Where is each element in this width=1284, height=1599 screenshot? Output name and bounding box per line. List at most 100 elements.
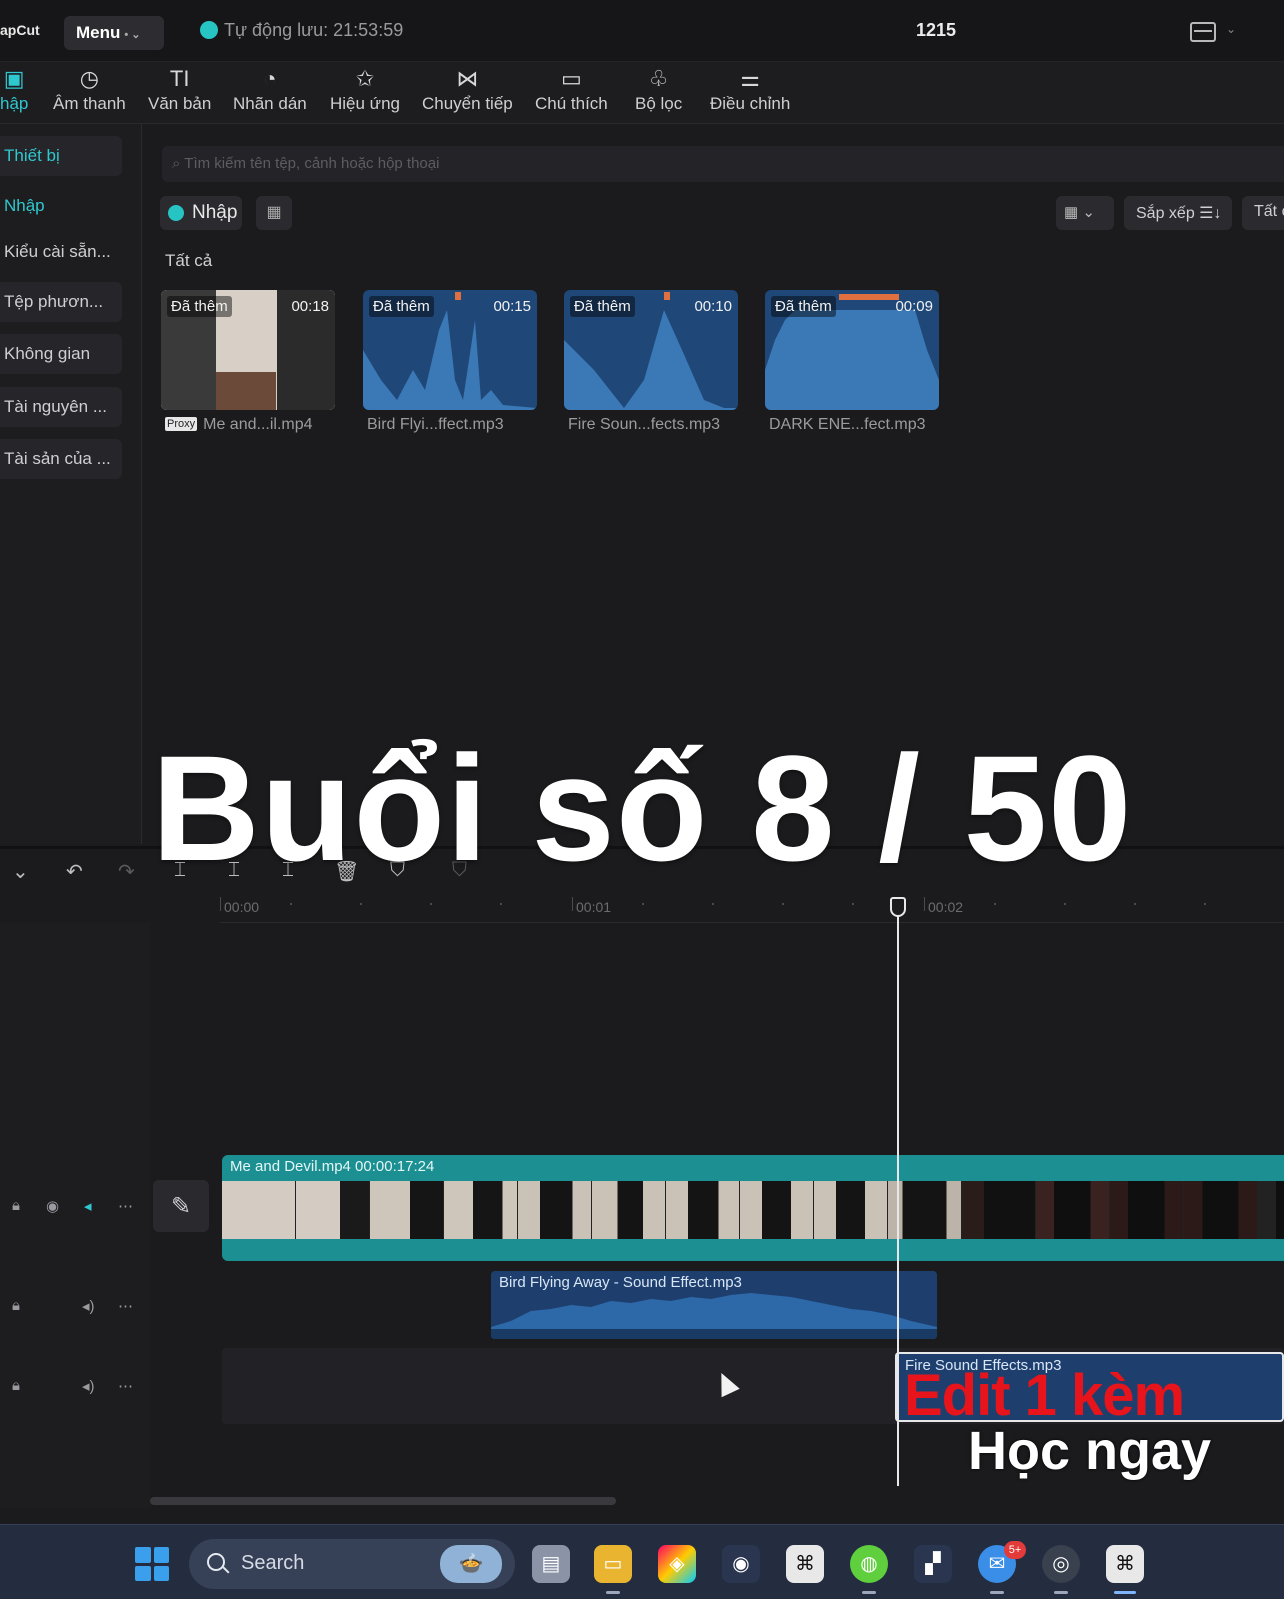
clip-frame [444,1181,518,1239]
ruler-dot [642,903,644,905]
more-icon[interactable]: ⋯ [118,1197,133,1215]
clip-frame [370,1181,444,1239]
ruler-dot [782,903,784,905]
capcut-app-icon[interactable]: ⌘ [786,1545,824,1583]
pencil-icon: ✎ [170,1193,192,1220]
ruler-tick [572,897,573,911]
grid-view-icon: ▦ ⌄ [1064,204,1095,221]
sidebar-item-resources[interactable]: Tài nguyên ... [0,387,122,427]
tab-import[interactable]: ▣ hập [0,64,28,114]
search-icon: ⌕ [172,155,185,172]
autosave-icon [200,21,218,39]
sidebar-item-space[interactable]: Không gian [0,334,122,374]
clip-frame [518,1181,592,1239]
sort-button[interactable]: Sắp xếp ☰↓ [1124,196,1232,230]
clip-frame [1184,1181,1258,1239]
ruler-dot [360,903,362,905]
tab-audio[interactable]: ◷ Âm thanh [53,64,126,114]
chevron-down-icon[interactable]: ⌄ [1226,22,1236,36]
ruler-tick [924,897,925,911]
layout-icon[interactable] [1190,22,1216,42]
eye-icon[interactable]: ◉ [46,1197,59,1215]
lock-icon[interactable]: 🔒︎ [12,1297,20,1314]
chat-app-icon[interactable]: ◉ [722,1545,760,1583]
media-card-audio[interactable]: Đã thêm 00:09 [765,290,939,410]
file-explorer-icon[interactable]: ▭ [594,1545,632,1583]
start-tile [135,1547,151,1563]
media-card-audio[interactable]: Đã thêm 00:10 [564,290,738,410]
media-name: Bird Flyi...ffect.mp3 [367,416,504,433]
clip-frame [1036,1181,1110,1239]
timeline-scrollbar[interactable] [150,1497,616,1505]
sidebar-item-my-assets[interactable]: Tài sản của ... [0,439,122,479]
ruler-dot [430,903,432,905]
ruler-dot [1064,903,1066,905]
added-badge: Đã thêm [570,296,635,317]
tab-text[interactable]: TI Văn bản [148,64,211,114]
capcut-active-icon[interactable]: ⌘ [1106,1545,1144,1583]
import-button[interactable]: Nhập [160,196,242,230]
grid-icon[interactable]: ▦ [256,196,292,230]
time-ruler[interactable]: 00:00 00:01 00:02 [220,895,1284,923]
autosave-text: Tự động lưu: 21:53:59 [224,20,404,40]
more-icon[interactable]: ⋯ [118,1297,133,1315]
sidebar-item-presets[interactable]: Kiểu cài sẵn... [0,232,122,272]
sidebar-item-device[interactable]: Thiết bị [0,136,122,176]
store-icon[interactable]: ▞ [914,1545,952,1583]
menu-button[interactable]: Menu • ⌄ [64,16,164,50]
start-tile [153,1547,169,1563]
sidebar-item-media-files[interactable]: Tệp phươn... [0,282,122,322]
ruler-dot [852,903,854,905]
ruler-label: 00:01 [576,899,612,915]
clip-frame [888,1181,962,1239]
chevron-down-icon: • ⌄ [124,29,141,41]
ruler-dot [500,903,502,905]
tab-effects[interactable]: ✩ Hiệu ứng [330,64,400,114]
overlay-title: Buổi số 8 / 50 [151,724,1133,892]
playhead-handle[interactable] [890,897,906,917]
search-input[interactable]: ⌕ Tìm kiếm tên tệp, cảnh hoặc hộp thoại [162,146,1284,182]
task-view-icon[interactable]: ▤ [532,1545,570,1583]
audio-waveform [491,1293,937,1339]
windows-start-icon[interactable] [135,1547,169,1581]
project-name[interactable]: 1215 [916,20,956,41]
obs-icon[interactable]: ◎ [1042,1545,1080,1583]
volume-icon[interactable]: ◂ [84,1197,92,1215]
tab-sticker[interactable]: ◔ Nhãn dán [233,64,307,114]
lock-icon[interactable]: 🔒︎ [12,1377,20,1394]
sidebar-item-import[interactable]: Nhập [0,186,122,226]
edit-cover-button[interactable]: ✎ [153,1180,209,1232]
media-card-audio[interactable]: Đã thêm 00:15 [363,290,537,410]
tab-adjust[interactable]: ⚌ Điều chỉnh [710,64,790,114]
tab-label: Điều chỉnh [710,94,791,113]
promo-text-white: Học ngay [968,1421,1212,1481]
lock-icon[interactable]: 🔒︎ [12,1197,20,1214]
added-badge: Đã thêm [369,296,434,317]
clip-frame [592,1181,666,1239]
start-tile [135,1565,151,1581]
tab-transition[interactable]: ⋈ Chuyển tiếp [422,64,513,114]
audio-icon: ◷ [79,66,99,91]
media-card-video[interactable]: Đã thêm 00:18 [161,290,335,410]
running-indicator [1054,1591,1068,1594]
volume-icon[interactable]: ◂) [82,1297,95,1315]
more-icon[interactable]: ⋯ [118,1377,133,1395]
view-mode-button[interactable]: ▦ ⌄ [1056,196,1114,230]
running-indicator [606,1591,620,1594]
tab-filter[interactable]: ♧ Bộ lọc [635,64,682,114]
tab-caption[interactable]: ▭ Chú thích [535,64,608,114]
clip-frame [962,1181,1036,1239]
photos-icon[interactable]: ◈ [658,1545,696,1583]
audio-clip-bird[interactable]: Bird Flying Away - Sound Effect.mp3 [491,1271,937,1339]
video-clip[interactable]: Me and Devil.mp4 00:00:17:24 [222,1155,1284,1261]
section-label: Tất cả [165,251,213,270]
tab-label: Chú thích [535,94,608,113]
text-icon: TI [169,66,190,91]
ruler-dot [1134,903,1136,905]
volume-icon[interactable]: ◂) [82,1377,95,1395]
playhead[interactable] [897,906,899,1486]
browser-icon[interactable]: ◍ [850,1545,888,1583]
widget-icon[interactable]: 🍲 [440,1545,502,1583]
filter-all-button[interactable]: Tất c [1242,196,1284,230]
added-badge: Đã thêm [771,296,836,317]
